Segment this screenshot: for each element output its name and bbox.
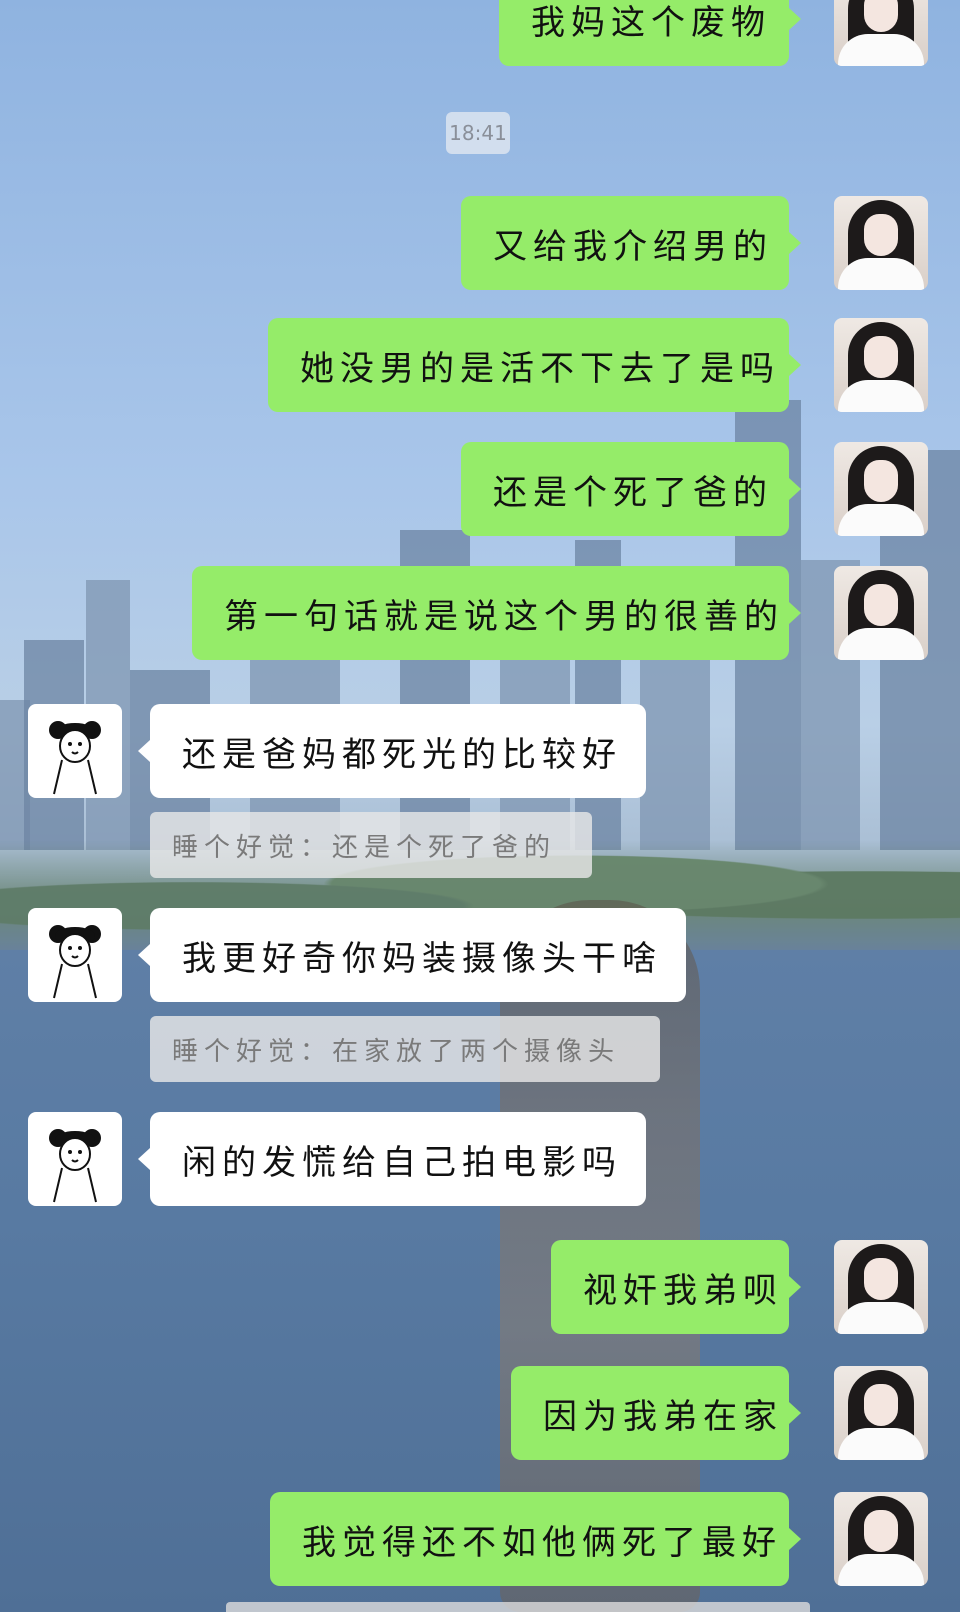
my-avatar[interactable] (834, 442, 928, 536)
my-avatar[interactable] (834, 566, 928, 660)
message-bubble[interactable]: 又给我介绍男的 (461, 196, 801, 290)
contact-avatar[interactable] (28, 1112, 122, 1206)
partial-quote-bar (226, 1602, 810, 1612)
message-bubble[interactable]: 我妈这个废物 (499, 0, 801, 66)
message-bubble[interactable]: 还是个死了爸的 (461, 442, 801, 536)
stick-figure-icon (49, 925, 101, 999)
message-bubble[interactable]: 第一句话就是说这个男的很善的 (192, 566, 801, 660)
my-avatar[interactable] (834, 1366, 928, 1460)
stick-figure-icon (49, 721, 101, 795)
my-avatar[interactable] (834, 1492, 928, 1586)
message-bubble[interactable]: 她没男的是活不下去了是吗 (268, 318, 801, 412)
quoted-reply[interactable]: 睡个好觉：在家放了两个摄像头 (150, 1016, 660, 1082)
my-avatar[interactable] (834, 1240, 928, 1334)
my-avatar[interactable] (834, 318, 928, 412)
contact-avatar[interactable] (28, 908, 122, 1002)
timestamp: 18:41 (446, 112, 510, 154)
message-bubble[interactable]: 我觉得还不如他俩死了最好 (270, 1492, 801, 1586)
my-avatar[interactable] (834, 196, 928, 290)
stick-figure-icon (49, 1129, 101, 1203)
message-bubble[interactable]: 闲的发慌给自己拍电影吗 (138, 1112, 646, 1206)
my-avatar[interactable] (834, 0, 928, 66)
message-bubble[interactable]: 因为我弟在家 (511, 1366, 801, 1460)
message-bubble[interactable]: 还是爸妈都死光的比较好 (138, 704, 646, 798)
message-bubble[interactable]: 视奸我弟呗 (551, 1240, 801, 1334)
message-bubble[interactable]: 我更好奇你妈装摄像头干啥 (138, 908, 686, 1002)
quoted-reply[interactable]: 睡个好觉：还是个死了爸的 (150, 812, 592, 878)
contact-avatar[interactable] (28, 704, 122, 798)
